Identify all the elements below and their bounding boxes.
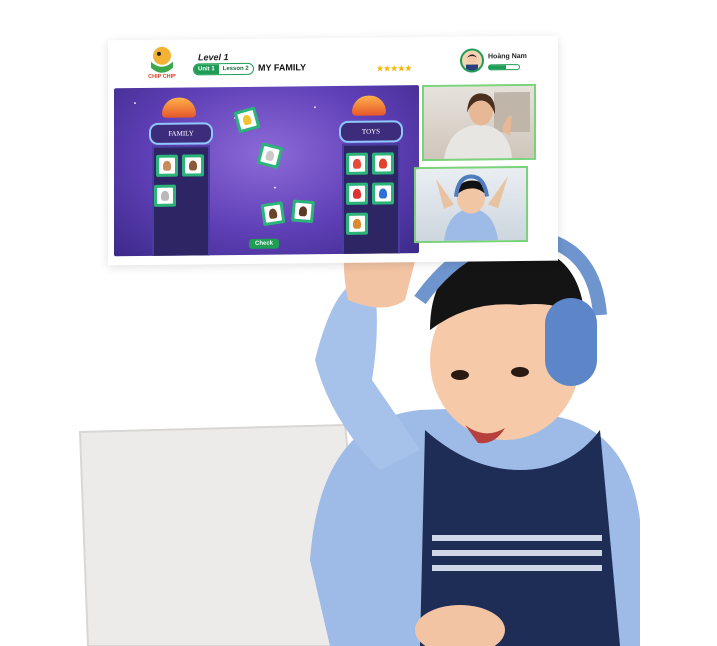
card-grandmother[interactable] <box>154 184 176 207</box>
card-robot[interactable] <box>372 152 394 175</box>
card-mother[interactable] <box>260 201 286 227</box>
student-video-tile[interactable] <box>414 165 528 244</box>
teacher-video-tile[interactable] <box>422 83 536 162</box>
family-tower[interactable]: FAMILY <box>144 97 214 257</box>
card-doll[interactable] <box>346 152 368 175</box>
rating-stars: ★★★★★ <box>376 63 412 74</box>
user-name: Hoàng Nam <box>488 52 527 61</box>
user-progress-bar <box>488 64 520 71</box>
check-button[interactable]: Check <box>249 238 280 249</box>
toys-tower[interactable]: TOYS <box>334 95 404 257</box>
card-sister[interactable] <box>291 199 315 224</box>
unit-label: Unit 1 <box>194 64 219 75</box>
unit-lesson-pill[interactable]: Unit 1 Lesson 2 <box>193 62 254 76</box>
card-airplane[interactable] <box>233 106 261 134</box>
lesson-label: Lesson 2 <box>222 65 249 73</box>
card-father[interactable] <box>182 154 204 177</box>
family-tower-label: FAMILY <box>149 122 213 145</box>
tower-dome <box>162 97 196 118</box>
app-topbar: CHIP CHIP Level 1 Unit 1 Lesson 2 MY FAM… <box>108 36 558 89</box>
card-ball[interactable] <box>372 182 394 205</box>
lesson-title: MY FAMILY <box>258 62 307 73</box>
teacher-photo <box>444 91 530 159</box>
vest-stripes <box>432 535 602 571</box>
marketing-scene: CHIP CHIP Level 1 Unit 1 Lesson 2 MY FAM… <box>0 0 717 646</box>
app-screen: CHIP CHIP Level 1 Unit 1 Lesson 2 MY FAM… <box>108 35 558 266</box>
user-avatar[interactable] <box>460 48 484 73</box>
level-label: Level 1 <box>198 52 229 63</box>
sorting-game-board[interactable]: FAMILY TOYS Check <box>114 85 419 257</box>
chip-chip-logo: CHIP CHIP <box>148 46 176 80</box>
logo-text: CHIP CHIP <box>148 74 176 80</box>
toys-tower-label: TOYS <box>339 120 403 143</box>
avatar-icon <box>466 53 478 71</box>
tower-dome <box>352 95 386 116</box>
student-photo <box>436 174 508 241</box>
card-grandfather[interactable] <box>156 154 178 177</box>
card-car[interactable] <box>346 182 368 205</box>
card-train[interactable] <box>346 212 368 235</box>
user-progress-fill <box>489 65 506 70</box>
headphones-ear-cup <box>545 298 597 386</box>
card-grandma-floating[interactable] <box>256 142 284 170</box>
